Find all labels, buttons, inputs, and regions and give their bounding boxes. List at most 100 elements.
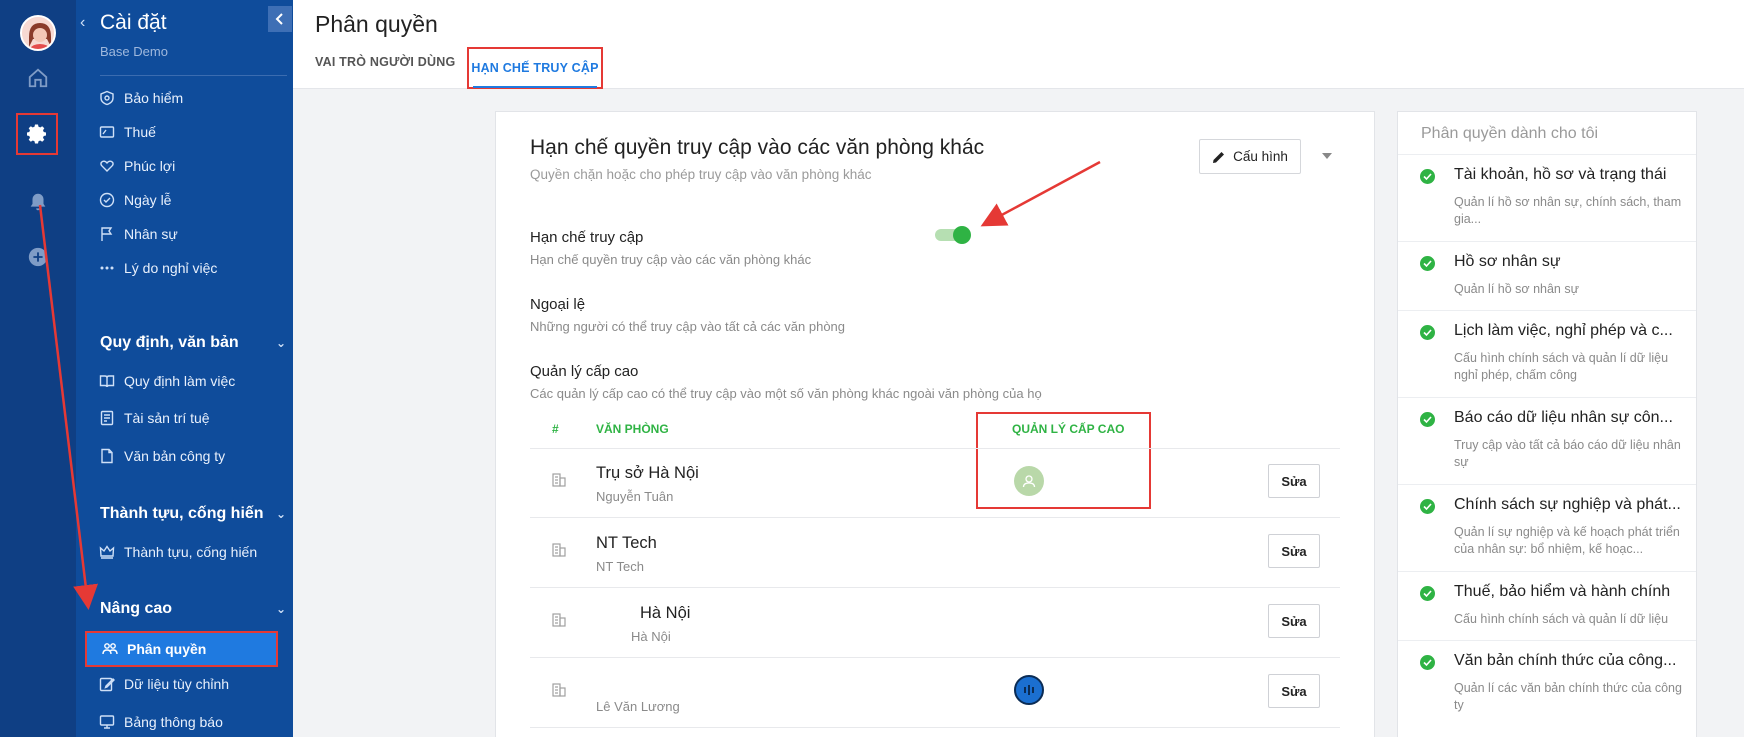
building-icon bbox=[551, 472, 567, 488]
permission-name: Văn bản chính thức của công... bbox=[1454, 652, 1677, 669]
permission-desc: Cấu hình chính sách và quản lí dữ liệu n… bbox=[1454, 351, 1669, 382]
office-manager: Lê Văn Lương bbox=[596, 699, 680, 714]
table-divider bbox=[530, 657, 1340, 658]
toggle-knob bbox=[953, 226, 971, 244]
sidebar-subtitle: Base Demo bbox=[100, 44, 168, 59]
permission-name: Lịch làm việc, nghỉ phép và c... bbox=[1454, 322, 1673, 339]
collapse-sidebar-button[interactable] bbox=[268, 6, 292, 32]
edit-button[interactable]: Sửa bbox=[1268, 534, 1320, 568]
check-icon bbox=[1420, 325, 1435, 340]
pencil-icon bbox=[1213, 151, 1225, 163]
manager-avatar[interactable] bbox=[1014, 466, 1044, 496]
sidebar-item-label: Ngày lễ bbox=[124, 192, 172, 208]
access-restriction-card: Hạn chế quyền truy cập vào các văn phòng… bbox=[495, 111, 1375, 737]
monitor-icon bbox=[98, 713, 116, 731]
card-title: Hạn chế quyền truy cập vào các văn phòng… bbox=[530, 136, 985, 159]
sidebar-item-personnel[interactable]: Nhân sự bbox=[98, 220, 280, 248]
permission-desc: Quản lí hồ sơ nhân sự, chính sách, tham … bbox=[1454, 195, 1682, 226]
sidebar-item-custom-data[interactable]: Dữ liệu tùy chỉnh bbox=[98, 670, 280, 698]
crown-icon bbox=[98, 543, 116, 561]
permission-item[interactable]: Báo cáo dữ liệu nhân sự côn... Truy cập … bbox=[1398, 397, 1696, 484]
permission-desc: Cấu hình chính sách và quản lí dữ liệu bbox=[1454, 612, 1669, 626]
back-chevron-icon[interactable]: ‹ bbox=[80, 14, 85, 32]
sidebar-item-insurance[interactable]: Bảo hiểm bbox=[98, 84, 280, 112]
sidebar-item-tax[interactable]: Thuế bbox=[98, 118, 280, 146]
sidebar-item-benefits[interactable]: Phúc lợi bbox=[98, 152, 280, 180]
sidebar-item-work-rules[interactable]: Quy định làm việc bbox=[98, 367, 280, 395]
permission-item[interactable]: Văn bản chính thức của công... Quản lí c… bbox=[1398, 640, 1696, 727]
sidebar-item-label: Thuế bbox=[124, 124, 156, 140]
section-title: Thành tựu, cống hiến bbox=[100, 505, 264, 522]
check-icon bbox=[1420, 412, 1435, 427]
sidebar-item-label: Phúc lợi bbox=[124, 158, 176, 174]
building-icon bbox=[551, 612, 567, 628]
configure-button[interactable]: Cấu hình bbox=[1199, 139, 1301, 174]
sidebar-item-achievements[interactable]: Thành tựu, cống hiến bbox=[98, 538, 280, 566]
restrict-access-toggle[interactable] bbox=[935, 226, 971, 244]
permission-desc: Quản lí các văn bản chính thức của công … bbox=[1454, 681, 1682, 712]
edit-button[interactable]: Sửa bbox=[1268, 674, 1320, 708]
user-avatar[interactable] bbox=[20, 15, 56, 51]
exception-desc: Những người có thể truy cập vào tất cả c… bbox=[530, 319, 846, 334]
permission-name: Thuế, bảo hiểm và hành chính bbox=[1454, 583, 1671, 600]
settings-sidebar: ‹ Cài đặt Base Demo Bảo hiểm Thuế Phúc l… bbox=[76, 0, 293, 737]
sidebar-item-resignation-reasons[interactable]: Lý do nghỉ việc bbox=[98, 254, 280, 282]
permission-item[interactable]: Hồ sơ nhân sự Quản lí hồ sơ nhân sự bbox=[1398, 241, 1696, 310]
senior-manager-label: Quản lý cấp cao bbox=[530, 363, 639, 380]
page-title: Phân quyền bbox=[315, 11, 438, 37]
document-icon bbox=[98, 409, 116, 427]
sidebar-divider bbox=[100, 75, 287, 76]
office-manager: Hà Nội bbox=[631, 629, 671, 644]
book-icon bbox=[98, 372, 116, 390]
permission-item[interactable]: Chính sách sự nghiệp và phát... Quản lí … bbox=[1398, 484, 1696, 571]
sidebar-item-label: Văn bản công ty bbox=[124, 448, 226, 464]
page-header: Phân quyền VAI TRÒ NGƯỜI DÙNG HẠN CHẾ TR… bbox=[293, 0, 1744, 89]
exception-label: Ngoại lệ bbox=[530, 296, 586, 313]
manager-avatar[interactable] bbox=[1014, 675, 1044, 705]
tab-user-roles[interactable]: VAI TRÒ NGƯỜI DÙNG bbox=[315, 55, 455, 69]
tab-access-restriction[interactable]: HẠN CHẾ TRUY CẬP bbox=[467, 47, 603, 89]
permission-desc: Quản lí hồ sơ nhân sự bbox=[1454, 282, 1579, 296]
sidebar-item-company-documents[interactable]: Văn bản công ty bbox=[98, 442, 280, 470]
shield-icon bbox=[98, 89, 116, 107]
users-icon bbox=[101, 640, 119, 658]
check-circle-icon bbox=[98, 191, 116, 209]
active-tab-indicator bbox=[473, 86, 597, 88]
flag-icon bbox=[98, 225, 116, 243]
restrict-access-label: Hạn chế truy cập bbox=[530, 229, 644, 246]
bell-icon[interactable] bbox=[22, 186, 54, 218]
permission-item[interactable]: Tài khoản, hồ sơ và trạng thái Quản lí h… bbox=[1398, 154, 1696, 241]
sidebar-item-holidays[interactable]: Ngày lễ bbox=[98, 186, 280, 214]
section-title: Nâng cao bbox=[100, 600, 173, 617]
column-header-index: # bbox=[552, 422, 559, 436]
sidebar-item-intellectual-property[interactable]: Tài sản trí tuệ bbox=[98, 404, 280, 432]
section-rules[interactable]: Quy định, văn bản ⌄ bbox=[100, 334, 286, 352]
dots-icon bbox=[98, 259, 116, 277]
section-title: Quy định, văn bản bbox=[100, 334, 239, 351]
permission-item[interactable]: Thuế, bảo hiểm và hành chính Cấu hình ch… bbox=[1398, 571, 1696, 640]
panel-title: Phân quyền dành cho tôi bbox=[1421, 125, 1599, 142]
building-icon bbox=[551, 542, 567, 558]
sidebar-item-notice-board[interactable]: Bảng thông báo bbox=[98, 708, 280, 736]
sidebar-item-label: Bảng thông báo bbox=[124, 714, 223, 730]
building-icon bbox=[551, 682, 567, 698]
file-icon bbox=[98, 447, 116, 465]
my-permissions-panel: Phân quyền dành cho tôi Tài khoản, hồ sơ… bbox=[1397, 111, 1697, 737]
caret-down-icon[interactable] bbox=[1322, 153, 1332, 159]
app-rail bbox=[0, 0, 76, 737]
office-manager: NT Tech bbox=[596, 559, 644, 574]
office-name: Trụ sở Hà Nội bbox=[596, 464, 699, 482]
section-advanced[interactable]: Nâng cao ⌄ bbox=[100, 600, 286, 618]
edit-button[interactable]: Sửa bbox=[1268, 604, 1320, 638]
card-subtitle: Quyền chặn hoặc cho phép truy cập vào vă… bbox=[530, 167, 872, 182]
home-icon[interactable] bbox=[22, 62, 54, 94]
section-achievements[interactable]: Thành tựu, cống hiến ⌄ bbox=[100, 505, 286, 523]
sidebar-item-label: Lý do nghỉ việc bbox=[124, 260, 218, 276]
office-manager: Nguyễn Tuân bbox=[596, 489, 674, 504]
add-icon[interactable] bbox=[22, 241, 54, 273]
edit-button[interactable]: Sửa bbox=[1268, 464, 1320, 498]
settings-icon[interactable] bbox=[16, 113, 58, 155]
permission-item[interactable]: Lịch làm việc, nghỉ phép và c... Cấu hìn… bbox=[1398, 310, 1696, 397]
sidebar-item-permissions[interactable]: Phân quyền bbox=[85, 631, 278, 667]
permission-name: Tài khoản, hồ sơ và trạng thái bbox=[1454, 166, 1667, 183]
